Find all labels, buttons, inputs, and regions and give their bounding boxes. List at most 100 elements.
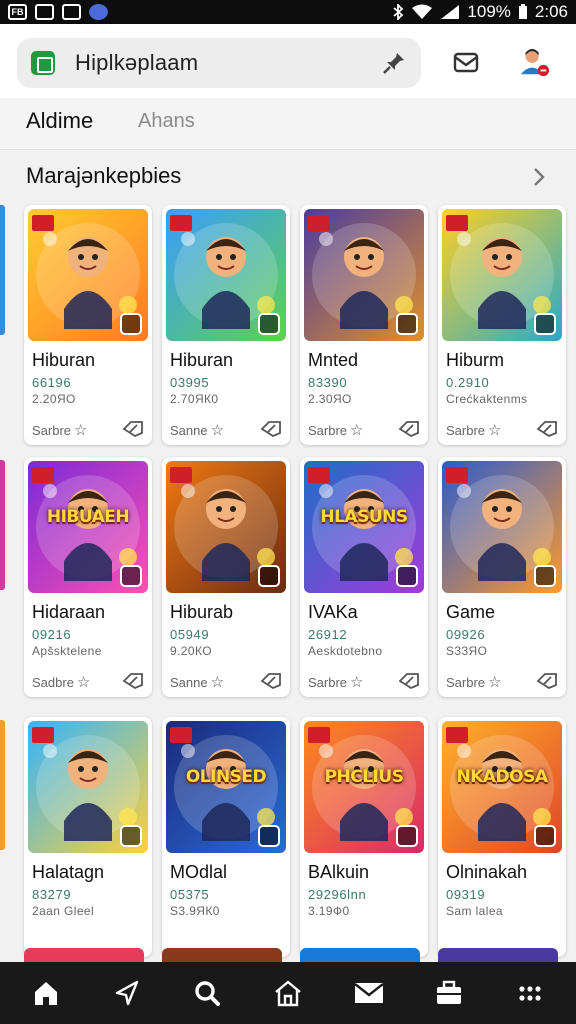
- mail-button[interactable]: [450, 46, 482, 78]
- search-icon: [195, 981, 221, 1006]
- tag-icon[interactable]: [536, 672, 558, 695]
- install-icon[interactable]: [534, 313, 556, 335]
- search-input[interactable]: Hiplkəplaam: [75, 50, 198, 76]
- card-title: Hidaraan: [32, 602, 106, 622]
- bottom-nav: [0, 962, 576, 1024]
- card-title: Hiburm: [446, 350, 505, 370]
- install-icon[interactable]: [396, 565, 418, 587]
- tag-icon[interactable]: [122, 420, 144, 443]
- badge-icon: [308, 727, 330, 743]
- search-bar[interactable]: Hiplkəplaam: [17, 38, 421, 88]
- card-number: 09926: [446, 627, 486, 642]
- badge-icon: [446, 215, 468, 231]
- tag-icon[interactable]: [398, 420, 420, 443]
- tag-icon[interactable]: [536, 420, 558, 443]
- badge-icon: [170, 215, 192, 231]
- install-icon[interactable]: [258, 565, 280, 587]
- star-icon[interactable]: ☆: [350, 421, 363, 439]
- app-thumbnail[interactable]: HLASUNS: [304, 461, 424, 593]
- star-icon[interactable]: ☆: [488, 673, 501, 691]
- app-thumbnail[interactable]: [166, 209, 286, 341]
- install-icon[interactable]: [120, 825, 142, 847]
- app-card[interactable]: OLINSED MOdlal 05375 S3.9ЯК0: [162, 717, 290, 957]
- bluetooth-icon: [393, 4, 404, 20]
- app-card[interactable]: Hiburan 03995 2.70ЯК0 Sanne ☆: [162, 205, 290, 445]
- tab-aldime[interactable]: Aldime: [26, 108, 93, 134]
- install-icon[interactable]: [120, 565, 142, 587]
- star-icon[interactable]: ☆: [488, 421, 501, 439]
- badge-icon: [32, 215, 54, 231]
- card-number: 29296lnn: [308, 887, 367, 902]
- star-icon[interactable]: ☆: [74, 421, 87, 439]
- install-icon[interactable]: [534, 565, 556, 587]
- tab-ahans[interactable]: Ahans: [138, 110, 195, 133]
- card-number: 05949: [170, 627, 210, 642]
- app-card[interactable]: HLASUNS IVAKa 26912 Aeskdotebno Sarbre ☆: [300, 457, 428, 697]
- star-icon[interactable]: ☆: [350, 673, 363, 691]
- card-subtitle: 2.30ЯО: [308, 392, 352, 406]
- nav-send[interactable]: [105, 971, 149, 1015]
- app-thumbnail[interactable]: HIBUAEH: [28, 461, 148, 593]
- app-card[interactable]: Hiburab 05949 9.20КО Sanne ☆: [162, 457, 290, 697]
- app-card[interactable]: PHCLIUS BAlkuin 29296lnn 3.19Ф0: [300, 717, 428, 957]
- rating-label: Sarbre: [308, 422, 348, 438]
- install-icon[interactable]: [396, 825, 418, 847]
- app-thumbnail[interactable]: [304, 209, 424, 341]
- app-card[interactable]: HIBUAEH Hidaraan 09216 Apšsktelene Sadbre ☆: [24, 457, 152, 697]
- nav-home[interactable]: [24, 971, 68, 1015]
- card-title: Mnted: [308, 350, 359, 370]
- card-number: 05375: [170, 887, 210, 902]
- nav-search[interactable]: [185, 971, 229, 1015]
- star-icon[interactable]: ☆: [77, 673, 90, 691]
- app-thumbnail[interactable]: PHCLIUS: [304, 721, 424, 853]
- install-icon[interactable]: [258, 825, 280, 847]
- app-card[interactable]: Mnted 83390 2.30ЯО Sarbre ☆: [300, 205, 428, 445]
- badge-icon: [170, 727, 192, 743]
- mail-icon: [353, 983, 384, 1003]
- app-thumbnail[interactable]: NKADOSA: [442, 721, 562, 853]
- card-title: IVAKa: [308, 602, 358, 622]
- card-subtitle: 2.20ЯО: [32, 392, 76, 406]
- app-thumbnail[interactable]: [28, 721, 148, 853]
- chevron-right-icon[interactable]: [532, 166, 546, 188]
- card-title: Hiburan: [170, 350, 234, 370]
- tag-icon[interactable]: [260, 672, 282, 695]
- badge-icon: [308, 467, 330, 483]
- app-thumbnail[interactable]: [166, 461, 286, 593]
- nav-mail[interactable]: [347, 971, 391, 1015]
- card-subtitle: S3.9ЯК0: [170, 904, 220, 918]
- tag-icon[interactable]: [260, 420, 282, 443]
- app-card[interactable]: Hiburm 0.2910 Crećkaktenms Sarbre ☆: [438, 205, 566, 445]
- nav-more[interactable]: [508, 971, 552, 1015]
- nav-house[interactable]: [266, 971, 310, 1015]
- mail-icon: [453, 52, 479, 73]
- card-rating: Sanne ☆: [170, 421, 224, 439]
- card-title: Halatagn: [32, 862, 105, 882]
- app-card[interactable]: Halatagn 83279 2aan Gleel: [24, 717, 152, 957]
- nav-briefcase[interactable]: [427, 971, 471, 1015]
- star-icon[interactable]: ☆: [211, 673, 224, 691]
- app-thumbnail[interactable]: [28, 209, 148, 341]
- install-icon[interactable]: [120, 313, 142, 335]
- install-icon[interactable]: [258, 313, 280, 335]
- badge-icon: [446, 467, 468, 483]
- app-card[interactable]: Game 09926 S33ЯО Sarbre ☆: [438, 457, 566, 697]
- tag-icon[interactable]: [398, 672, 420, 695]
- star-icon[interactable]: ☆: [211, 421, 224, 439]
- install-icon[interactable]: [396, 313, 418, 335]
- app-thumbnail[interactable]: [442, 461, 562, 593]
- card-subtitle: Apšsktelene: [32, 644, 102, 658]
- tag-icon[interactable]: [122, 672, 144, 695]
- app-thumbnail[interactable]: OLINSED: [166, 721, 286, 853]
- game-logo-text: PHCLIUS: [324, 767, 404, 787]
- account-button[interactable]: [518, 46, 550, 78]
- more-icon: [519, 986, 541, 1001]
- app-thumbnail[interactable]: [442, 209, 562, 341]
- badge-icon: [170, 467, 192, 483]
- pin-icon[interactable]: [381, 50, 407, 76]
- app-card[interactable]: Hiburan 66196 2.20ЯО Sarbre ☆: [24, 205, 152, 445]
- card-number: 66196: [32, 375, 72, 390]
- install-icon[interactable]: [534, 825, 556, 847]
- rating-label: Sarbre: [308, 674, 348, 690]
- app-card[interactable]: NKADOSA Olninakah 09319 Sam lalea: [438, 717, 566, 957]
